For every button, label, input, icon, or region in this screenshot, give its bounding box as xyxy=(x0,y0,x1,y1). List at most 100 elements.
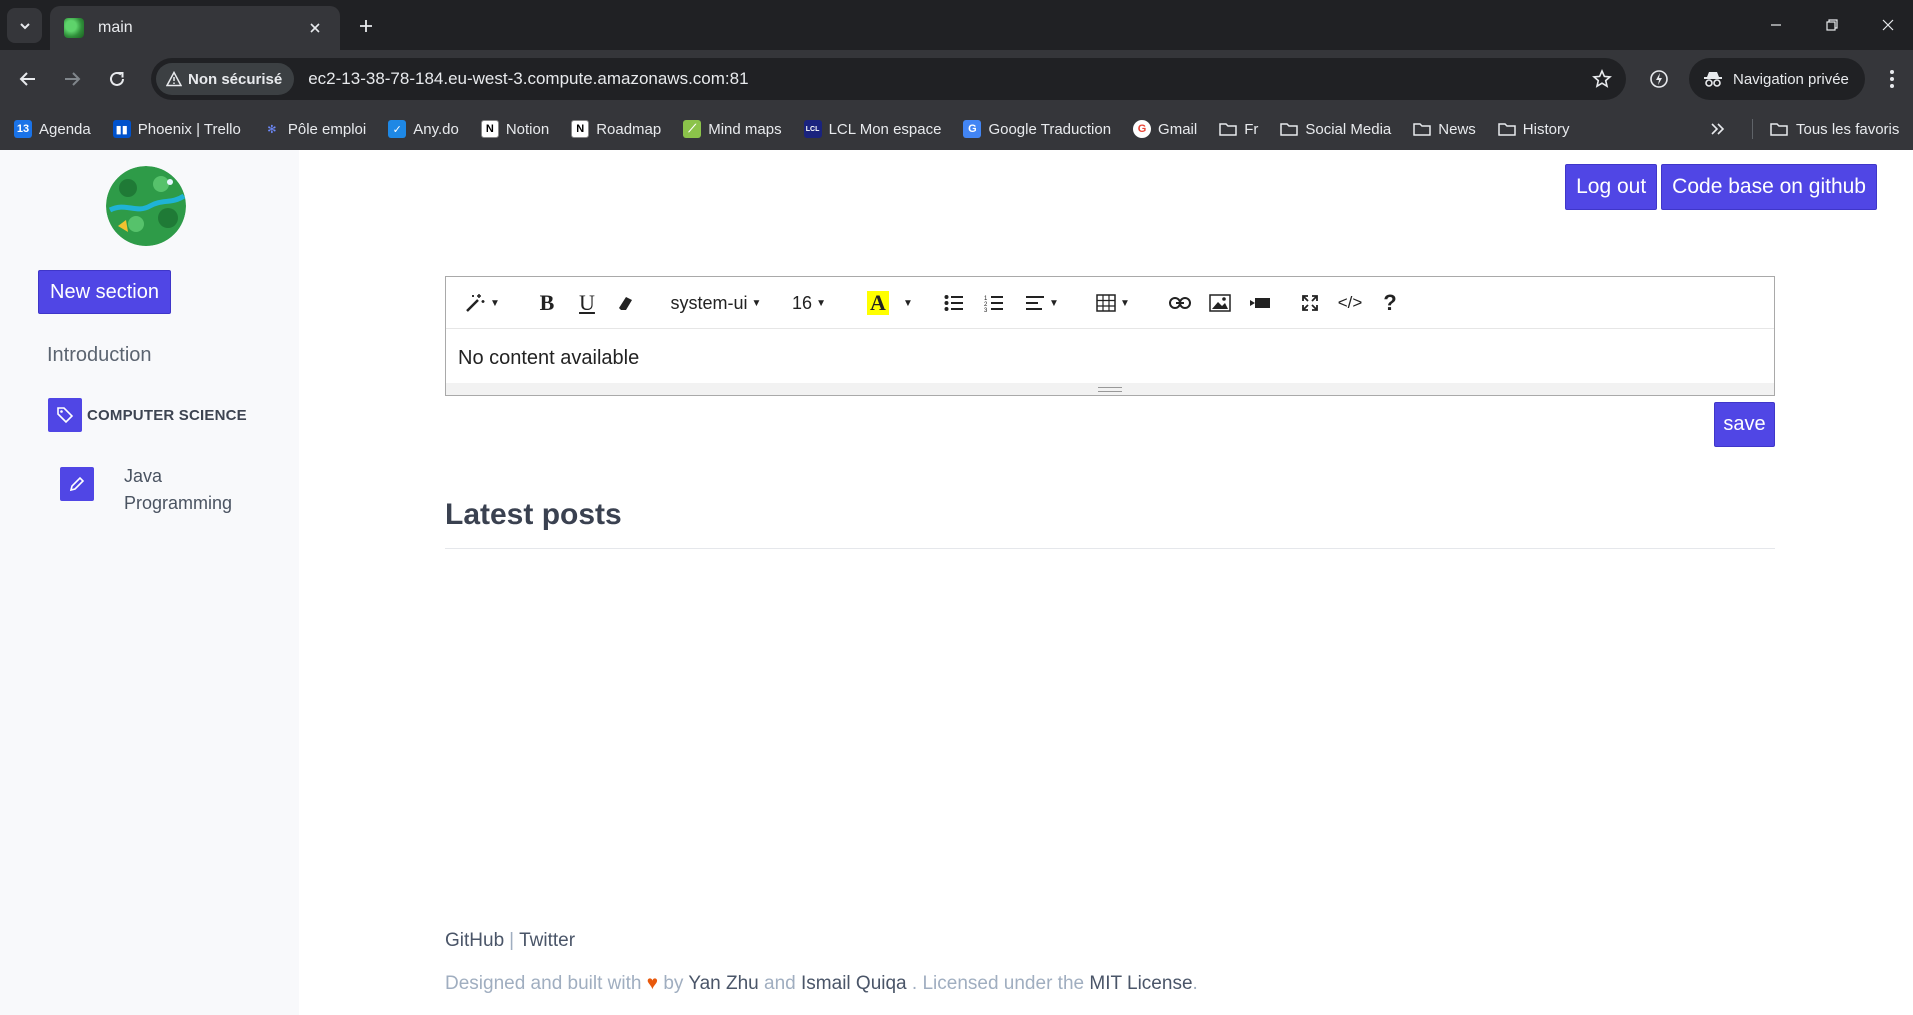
bookmark-lcl[interactable]: LCL LCL Mon espace xyxy=(803,120,941,138)
font-family-dropdown[interactable]: system-ui ▼ xyxy=(666,289,766,317)
bookmark-mind-maps[interactable]: ⟋ Mind maps xyxy=(683,120,782,138)
clear-format-button[interactable] xyxy=(612,289,638,317)
editor-content-area[interactable]: No content available xyxy=(446,329,1774,382)
footer-links: GitHub | Twitter xyxy=(445,930,575,952)
tab-title: main xyxy=(98,19,133,36)
url-text[interactable]: ec2-13-38-78-184.eu-west-3.compute.amazo… xyxy=(308,69,1584,89)
pencil-icon xyxy=(60,467,94,501)
tag-icon xyxy=(48,398,82,432)
sidebar: New section Introduction COMPUTER SCIENC… xyxy=(0,150,299,1015)
credit-by-text: by xyxy=(663,973,684,994)
footer-credit: Designed and built with ♥ by Yan Zhu and… xyxy=(445,973,1198,995)
logout-button[interactable]: Log out xyxy=(1565,164,1658,210)
bookmark-pole-emploi[interactable]: ✻ Pôle emploi xyxy=(263,120,366,138)
heart-icon: ♥ xyxy=(646,973,659,994)
bookmark-anydo[interactable]: ✓ Any.do xyxy=(388,120,459,138)
editor-resize-handle[interactable] xyxy=(446,383,1774,395)
code-view-button[interactable]: </> xyxy=(1334,289,1366,317)
editor-toolbar: ▼ B U system-ui ▼ 16 ▼ A ▼ 123 ▼ ▼ </> ? xyxy=(446,277,1774,329)
mit-license-link[interactable]: MIT License xyxy=(1089,973,1192,994)
github-code-button[interactable]: Code base on github xyxy=(1661,164,1877,210)
section-label: COMPUTER SCIENCE xyxy=(87,406,247,424)
bookmark-notion[interactable]: N Notion xyxy=(480,120,549,138)
performance-icon[interactable] xyxy=(1643,63,1675,95)
magic-wand-icon xyxy=(466,294,485,312)
more-bookmarks-icon[interactable] xyxy=(1710,108,1726,150)
folder-icon xyxy=(1498,123,1516,136)
paragraph-align-dropdown[interactable]: ▼ xyxy=(1022,289,1062,317)
style-dropdown[interactable]: ▼ xyxy=(462,289,502,317)
bookmark-star-icon[interactable] xyxy=(1584,69,1620,89)
table-dropdown[interactable]: ▼ xyxy=(1092,289,1134,317)
bookmark-gmail[interactable]: G Gmail xyxy=(1133,120,1197,138)
caret-down-icon: ▼ xyxy=(903,297,913,309)
unordered-list-button[interactable] xyxy=(940,289,968,317)
bookmark-folder-history[interactable]: History xyxy=(1498,120,1569,138)
bookmark-google-traduction[interactable]: G Google Traduction xyxy=(963,120,1111,138)
insert-picture-button[interactable] xyxy=(1206,289,1234,317)
font-size-dropdown[interactable]: 16 ▼ xyxy=(786,289,832,317)
numbered-list-icon: 123 xyxy=(984,296,1003,312)
font-size-value: 16 xyxy=(792,292,813,313)
folder-icon xyxy=(1770,123,1788,136)
highlight-color-button[interactable]: A xyxy=(864,289,892,317)
close-tab-icon[interactable] xyxy=(304,17,326,39)
author-ismail-link[interactable]: Ismail Quiqa xyxy=(801,973,907,994)
sidebar-item-java-programming[interactable]: Java Programming xyxy=(60,463,244,517)
sidebar-item-introduction[interactable]: Introduction xyxy=(47,344,152,367)
insert-link-button[interactable] xyxy=(1166,289,1194,317)
fullscreen-button[interactable] xyxy=(1296,289,1324,317)
warning-icon xyxy=(166,71,182,87)
folder-icon xyxy=(1413,123,1432,136)
section-divider xyxy=(445,548,1775,549)
avatar xyxy=(106,166,186,246)
color-dropdown[interactable]: ▼ xyxy=(896,289,916,317)
eraser-icon xyxy=(619,297,632,310)
bookmark-roadmap[interactable]: N Roadmap xyxy=(571,120,661,138)
underline-button[interactable]: U xyxy=(574,289,600,317)
bookmark-folder-fr[interactable]: Fr xyxy=(1219,120,1258,138)
new-section-button[interactable]: New section xyxy=(38,270,171,314)
back-button[interactable] xyxy=(12,63,44,95)
minimize-window-button[interactable] xyxy=(1753,10,1799,40)
restore-icon xyxy=(1826,19,1838,31)
close-window-button[interactable] xyxy=(1865,10,1911,40)
save-button[interactable]: save xyxy=(1714,402,1775,447)
align-left-icon xyxy=(1026,296,1045,310)
all-bookmarks-folder[interactable]: Tous les favoris xyxy=(1770,108,1899,150)
lcl-icon: LCL xyxy=(803,120,822,138)
resize-grip-icon xyxy=(1098,386,1122,392)
new-tab-button[interactable] xyxy=(352,12,380,40)
help-button[interactable]: ? xyxy=(1378,289,1402,317)
bookmark-agenda[interactable]: 13 Agenda xyxy=(14,120,91,138)
insert-video-button[interactable] xyxy=(1246,289,1274,317)
chevron-down-icon xyxy=(19,22,30,29)
browser-tabstrip: main xyxy=(0,0,1913,50)
bookmark-trello[interactable]: ▮▮ Phoenix | Trello xyxy=(112,120,241,138)
forward-button[interactable] xyxy=(56,63,88,95)
bookmarks-bar: 13 Agenda ▮▮ Phoenix | Trello ✻ Pôle emploi… xyxy=(0,108,1913,150)
address-bar[interactable]: Non sécurisé ec2-13-38-78-184.eu-west-3.… xyxy=(151,58,1626,100)
ordered-list-button[interactable]: 123 xyxy=(980,289,1008,317)
bookmark-folder-social-media[interactable]: Social Media xyxy=(1280,120,1391,138)
close-icon xyxy=(1882,19,1894,31)
question-mark-icon: ? xyxy=(1383,290,1397,315)
translate-icon: G xyxy=(963,120,982,138)
footer-twitter-link[interactable]: Twitter xyxy=(519,930,575,951)
bookmark-folder-news[interactable]: News xyxy=(1413,120,1476,138)
code-icon: </> xyxy=(1337,293,1363,312)
tab-search-button[interactable] xyxy=(7,8,42,43)
browser-tab-main[interactable]: main xyxy=(50,6,340,50)
bold-button[interactable]: B xyxy=(534,289,560,317)
restore-window-button[interactable] xyxy=(1809,10,1855,40)
security-indicator[interactable]: Non sécurisé xyxy=(156,63,295,95)
incognito-indicator[interactable]: Navigation privée xyxy=(1689,58,1865,100)
browser-menu-icon[interactable] xyxy=(1878,63,1906,95)
reload-button[interactable] xyxy=(101,63,133,95)
latest-posts-heading: Latest posts xyxy=(445,498,622,531)
footer-github-link[interactable]: GitHub xyxy=(445,930,504,951)
site-favicon-icon xyxy=(64,18,84,38)
sidebar-section-computer-science[interactable]: COMPUTER SCIENCE xyxy=(48,398,247,432)
anydo-icon: ✓ xyxy=(388,120,407,138)
author-yan-zhu-link[interactable]: Yan Zhu xyxy=(688,973,758,994)
